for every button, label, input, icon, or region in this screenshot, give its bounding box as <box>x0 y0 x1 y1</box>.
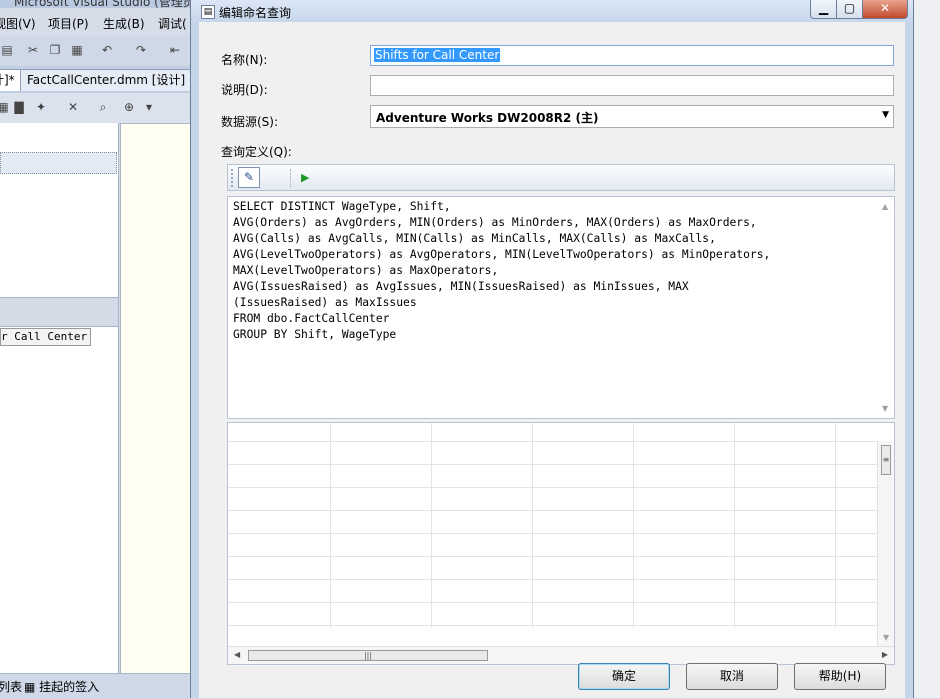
edit-sql-button[interactable]: ✎ <box>238 167 260 188</box>
chevron-down-icon: ▼ <box>882 110 889 120</box>
vs-document-tabs: 计]* FactCallCenter.dmm [设计] <box>0 66 200 93</box>
vs-bottom-tabs: 列表 ▦ 挂起的签入 <box>0 673 200 699</box>
results-grid[interactable]: ≡ ▼ ◀ ||| ▶ <box>227 422 895 665</box>
tree-selected-item[interactable] <box>0 152 117 174</box>
scroll-left-icon[interactable]: ◀ <box>234 650 240 659</box>
chevron-down-icon[interactable]: ▾ <box>142 100 156 114</box>
menu-project[interactable]: 项目(P) <box>48 15 89 32</box>
paste-icon[interactable]: ▦ <box>70 43 84 57</box>
dialog-client-area: 名称(N): Shifts for Call Center 说明(D): 数据源… <box>199 22 905 698</box>
delete-icon[interactable]: ✕ <box>66 100 80 114</box>
comment-icon[interactable]: ▇ <box>12 100 26 114</box>
datasource-label: 数据源(S): <box>221 115 279 129</box>
tab-label: FactCallCenter.dmm [设计] <box>27 73 186 87</box>
tab-error-list[interactable]: 列表 <box>0 678 22 695</box>
tab-label: 挂起的签入 <box>39 680 100 694</box>
close-icon: ✕ <box>879 1 891 15</box>
dialog-titlebar[interactable]: ▤ 编辑命名查询 ▁ ▢ ✕ <box>191 0 913 22</box>
panel-splitter[interactable] <box>0 297 118 327</box>
grid-vertical-scrollbar[interactable]: ≡ ▼ <box>877 441 894 646</box>
datasource-value: Adventure Works DW2008R2 (主) <box>376 111 599 125</box>
sql-line: AVG(LevelTwoOperators) as AvgOperators, … <box>233 248 771 261</box>
grid-horizontal-scrollbar[interactable]: ◀ ||| ▶ <box>228 646 894 664</box>
dialog-app-icon: ▤ <box>201 5 215 19</box>
copy-icon[interactable]: ❐ <box>48 43 62 57</box>
run-query-button[interactable]: ▶ <box>301 169 313 187</box>
vs-menubar: 视图(V) 项目(P) 生成(B) 调试( <box>0 8 200 36</box>
description-label: 说明(D): <box>221 83 268 97</box>
sql-line: FROM dbo.FactCallCenter <box>233 312 390 325</box>
help-button[interactable]: 帮助(H) <box>794 663 886 690</box>
query-definition-label: 查询定义(Q): <box>221 145 292 159</box>
scroll-up-icon[interactable]: ▲ <box>882 202 888 211</box>
sql-editor[interactable]: SELECT DISTINCT WageType, Shift, AVG(Orde… <box>227 196 895 419</box>
play-icon: ▶ <box>301 171 310 184</box>
zoom-icon[interactable]: ⊕ <box>122 100 136 114</box>
named-query-item[interactable]: r Call Center <box>0 328 92 346</box>
dialog-title: 编辑命名查询 <box>219 6 292 20</box>
vs-title: Microsoft Visual Studio (管理员) <box>14 0 200 8</box>
toolbar-separator <box>290 169 292 187</box>
menu-view[interactable]: 视图(V) <box>0 15 36 32</box>
maximize-icon: ▢ <box>843 1 856 15</box>
scroll-down-icon[interactable]: ▼ <box>883 633 889 642</box>
table-icon[interactable]: ▦ <box>0 100 10 114</box>
designer-toolbar: ▦ ▇ ✦ ✕ ⌕ ⊕ ▾ <box>0 93 200 123</box>
name-label: 名称(N): <box>221 53 268 67</box>
sql-text[interactable]: SELECT DISTINCT WageType, Shift, AVG(Orde… <box>233 199 770 343</box>
menu-build[interactable]: 生成(B) <box>103 15 145 32</box>
save-all-icon[interactable]: ▤ <box>0 43 14 57</box>
tab-label: 计]* <box>0 73 15 87</box>
navigate-icon[interactable]: ⇤ <box>168 43 182 57</box>
grid-horizontal-thumb[interactable]: ||| <box>248 650 488 661</box>
ok-button[interactable]: 确定 <box>578 663 670 690</box>
sql-vertical-scrollbar[interactable]: ▲ ▼ <box>877 197 894 418</box>
sql-line: AVG(Orders) as AvgOrders, MIN(Orders) as… <box>233 216 757 229</box>
minimize-button[interactable]: ▁ <box>810 0 837 19</box>
edit-sql-icon: ✎ <box>243 170 255 184</box>
scroll-right-icon[interactable]: ▶ <box>882 650 888 659</box>
sql-line: (IssuesRaised) as MaxIssues <box>233 296 417 309</box>
cut-icon[interactable]: ✂ <box>26 43 40 57</box>
name-input[interactable]: Shifts for Call Center <box>370 45 894 66</box>
undo-icon[interactable]: ↶ <box>100 43 114 57</box>
query-toolbar: ✎ ▶ <box>227 164 895 191</box>
scroll-down-icon[interactable]: ▼ <box>882 404 888 413</box>
vs-left-panel <box>0 123 119 673</box>
close-button[interactable]: ✕ <box>862 0 908 19</box>
menu-debug[interactable]: 调试( <box>158 15 187 32</box>
sql-line: MAX(LevelTwoOperators) as MaxOperators, <box>233 264 499 277</box>
add-related-icon[interactable]: ✦ <box>34 100 48 114</box>
edit-named-query-dialog: ▤ 编辑命名查询 ▁ ▢ ✕ 名称(N): Shifts for Call Ce… <box>190 0 914 698</box>
sql-line: AVG(Calls) as AvgCalls, MIN(Calls) as Mi… <box>233 232 716 245</box>
designer-surface[interactable] <box>120 123 194 675</box>
vs-toolbar: ▤ ✂ ❐ ▦ ↶ ↷ ⇤ <box>0 36 200 66</box>
grid-vertical-thumb[interactable]: ≡ <box>881 445 891 475</box>
datasource-select[interactable]: Adventure Works DW2008R2 (主) ▼ <box>370 105 894 128</box>
maximize-button[interactable]: ▢ <box>836 0 863 19</box>
cancel-button[interactable]: 取消 <box>686 663 778 690</box>
sql-line: GROUP BY Shift, WageType <box>233 328 397 341</box>
tab-factcallcenter-dmm[interactable]: FactCallCenter.dmm [设计] <box>20 69 193 91</box>
toolbar-grip[interactable] <box>231 169 235 187</box>
sql-line: AVG(IssuesRaised) as AvgIssues, MIN(Issu… <box>233 280 689 293</box>
background-right-edge <box>912 0 940 698</box>
sql-line: SELECT DISTINCT WageType, Shift, <box>233 200 451 213</box>
description-input[interactable] <box>370 75 894 96</box>
minimize-icon: ▁ <box>818 1 829 15</box>
find-table-icon[interactable]: ⌕ <box>96 100 110 114</box>
tab-pending-checkins[interactable]: ▦ 挂起的签入 <box>24 678 99 695</box>
pending-checkins-icon: ▦ <box>24 680 36 694</box>
grid-lines <box>228 423 878 628</box>
vs-titlebar: Microsoft Visual Studio (管理员) <box>0 0 200 8</box>
redo-icon[interactable]: ↷ <box>134 43 148 57</box>
name-value: Shifts for Call Center <box>374 48 501 62</box>
